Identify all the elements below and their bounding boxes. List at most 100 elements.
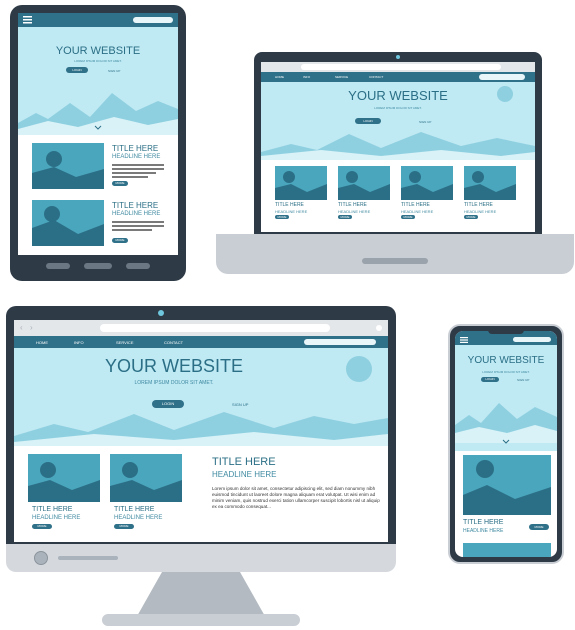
more-button[interactable]: MORE [112,238,128,243]
phone-device: YOUR WEBSITE LOREM IPSUM DOLOR SIT AMET.… [448,324,564,564]
nav-item-info[interactable]: INFO [74,340,84,345]
tablet-device: YOUR WEBSITE LOREM IPSUM DOLOR SIT AMET.… [10,5,186,281]
card-text-lines [112,164,164,178]
camera-dot-icon [158,310,164,316]
mountain-landscape-icon [261,128,535,160]
card-title: TITLE HERE [401,202,430,208]
card-title: TITLE HERE [112,201,159,210]
card-title: TITLE HERE [32,506,73,513]
login-button[interactable]: LOGIN [355,118,381,124]
monitor-foot [102,614,300,626]
tablet-screen: YOUR WEBSITE LOREM IPSUM DOLOR SIT AMET.… [18,13,178,255]
address-bar[interactable] [100,324,330,332]
tablet-hero: YOUR WEBSITE LOREM IPSUM DOLOR SIT AMET.… [18,27,178,135]
card-headline: HEADLINE HERE [275,209,308,214]
phone-notch [488,328,524,334]
more-button[interactable]: MORE [338,215,352,219]
sun-icon [346,356,372,382]
nav-item-service[interactable]: SERVICE [116,340,134,345]
card-headline: HEADLINE HERE [401,209,434,214]
card-image [401,166,453,200]
monitor-chin [6,544,396,572]
mountain-landscape-icon [14,406,388,446]
card-image [110,454,182,502]
card-headline: HEADLINE HERE [112,211,161,217]
card-headline: HEADLINE HERE [464,209,497,214]
card-title: TITLE HERE [338,202,367,208]
laptop-trackpad-notch [362,258,428,264]
monitor-navbar: HOME INFO SERVICE CONTACT [14,336,388,348]
card-image [464,166,516,200]
nav-item-contact[interactable]: CONTACT [164,340,183,345]
login-button[interactable]: LOGIN [66,67,88,73]
card-image [338,166,390,200]
chin-bar [58,556,118,560]
laptop-screen: HOME INFO SERVICE CONTACT YOUR WEBSITE L… [261,62,535,232]
nav-item-info[interactable]: INFO [303,75,310,79]
nav-item-service[interactable]: SERVICE [335,75,348,79]
card-image [275,166,327,200]
more-button[interactable]: MORE [464,215,478,219]
card-title: TITLE HERE [275,202,304,208]
card-title: TITLE HERE [112,144,159,153]
hero-title: YOUR WEBSITE [104,356,243,376]
menu-key[interactable] [126,263,150,269]
phone-screen: YOUR WEBSITE LOREM IPSUM DOLOR SIT AMET.… [455,331,557,557]
card-text-lines [112,221,164,231]
monitor-screen: ‹ › HOME INFO SERVICE CONTACT YOUR WEBSI… [14,320,388,542]
hamburger-menu-icon[interactable] [23,16,32,24]
card-image [463,455,551,515]
more-button[interactable]: MORE [275,215,289,219]
home-key[interactable] [84,263,112,269]
card-image [28,454,100,502]
sun-icon [497,86,513,102]
browser-menu-dot[interactable] [376,325,382,331]
hamburger-menu-icon[interactable] [460,337,468,343]
tablet-navbar [18,13,178,27]
card-headline: HEADLINE HERE [338,209,371,214]
address-bar[interactable] [301,64,501,70]
browser-chrome [261,62,535,72]
search-bar[interactable] [479,74,525,80]
search-bar[interactable] [133,17,173,23]
nav-item-home[interactable]: HOME [275,75,284,79]
mountain-landscape-icon [455,395,557,443]
card-image [463,543,551,557]
signup-link[interactable]: SIGN UP [419,120,431,124]
laptop-device: HOME INFO SERVICE CONTACT YOUR WEBSITE L… [254,52,542,234]
back-key[interactable] [46,263,70,269]
card-title: TITLE HERE [464,202,493,208]
nav-item-home[interactable]: HOME [36,340,48,345]
chevron-down-icon[interactable] [502,439,510,444]
more-button[interactable]: MORE [529,524,549,530]
power-button-icon[interactable] [34,551,48,565]
camera-dot-icon [396,55,400,59]
hero-tagline: LOREM IPSUM DOLOR SIT AMET. [74,59,122,63]
hero-title: YOUR WEBSITE [467,355,545,366]
card-headline: HEADLINE HERE [114,515,163,521]
signup-link[interactable]: SIGN UP [517,378,529,382]
search-bar[interactable] [513,337,551,342]
card-headline: HEADLINE HERE [112,154,161,160]
chevron-down-icon[interactable] [94,125,102,130]
login-button[interactable]: LOGIN [481,377,499,382]
card-image [32,143,104,189]
more-button[interactable]: MORE [112,181,128,186]
card-title: TITLE HERE [114,506,155,513]
more-button[interactable]: MORE [401,215,415,219]
more-button[interactable]: MORE [32,524,52,529]
signup-link[interactable]: SIGN UP [108,69,120,73]
back-arrow-icon[interactable]: ‹ [20,324,23,332]
laptop-hero: YOUR WEBSITE LOREM IPSUM DOLOR SIT AMET.… [261,82,535,160]
more-button[interactable]: MORE [114,524,134,529]
feature-title: TITLE HERE [212,456,276,468]
monitor-hero: YOUR WEBSITE LOREM IPSUM DOLOR SIT AMET.… [14,348,388,446]
card-title: TITLE HERE [463,519,504,526]
forward-arrow-icon[interactable]: › [30,324,33,332]
search-bar[interactable] [304,339,376,345]
laptop-base [216,234,574,274]
hero-tagline: LOREM IPSUM DOLOR SIT AMET. [374,106,422,110]
nav-item-contact[interactable]: CONTACT [369,75,383,79]
card-image [32,200,104,246]
tablet-nav-buttons [46,263,150,271]
